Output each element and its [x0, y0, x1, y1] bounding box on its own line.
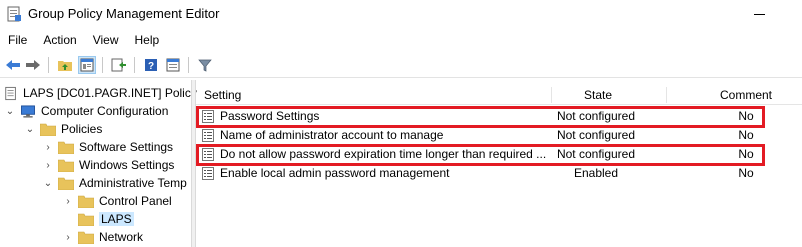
tree-item-administrative-templates[interactable]: ⌄ Administrative Temp [42, 174, 187, 192]
list-header: Setting State Comment [196, 85, 802, 105]
svg-text:?: ? [148, 61, 154, 72]
filter-icon[interactable] [196, 56, 214, 74]
setting-state: Not configured [556, 128, 636, 142]
forward-icon[interactable] [24, 56, 42, 74]
toolbar-separator [134, 57, 135, 73]
folder-icon [58, 159, 74, 172]
tree-label: Control Panel [99, 194, 172, 208]
settings-list: Setting State Comment Password Settings … [196, 80, 802, 247]
tree-item-control-panel[interactable]: › Control Panel [62, 192, 172, 210]
column-divider[interactable] [551, 87, 552, 103]
folder-icon [58, 177, 74, 190]
chevron-right-icon[interactable]: › [42, 141, 54, 153]
tree-label: Policies [61, 122, 103, 136]
folder-icon [78, 195, 94, 208]
gpo-editor-icon [7, 6, 21, 22]
folder-icon [58, 141, 74, 154]
folder-icon [78, 231, 94, 244]
tree-label: Software Settings [79, 140, 174, 154]
toolbar-separator [48, 57, 49, 73]
properties-icon[interactable] [164, 56, 182, 74]
column-header-setting[interactable]: Setting [204, 88, 241, 102]
menu-view[interactable]: View [93, 30, 119, 50]
navigation-tree: LAPS [DC01.PAGR.INET] Policy ⌄ Computer … [0, 80, 197, 247]
export-list-icon[interactable] [110, 56, 128, 74]
minimize-button[interactable] [752, 4, 776, 24]
tree-label: Windows Settings [79, 158, 175, 172]
table-row[interactable]: Enable local admin password management E… [196, 164, 802, 183]
setting-icon [202, 167, 214, 180]
chevron-right-icon[interactable]: › [62, 195, 74, 207]
help-icon[interactable]: ? [142, 56, 160, 74]
menu-bar: File Action View Help [0, 30, 167, 50]
tree-item-root[interactable]: LAPS [DC01.PAGR.INET] Policy [4, 84, 197, 102]
show-hide-tree-icon[interactable] [78, 56, 96, 74]
tree-item-policies[interactable]: ⌄ Policies [24, 120, 103, 138]
setting-name: Enable local admin password management [220, 166, 450, 180]
toolbar-separator [188, 57, 189, 73]
toolbar-separator [102, 57, 103, 73]
setting-name: Name of administrator account to manage [220, 128, 444, 142]
tree-item-software-settings[interactable]: › Software Settings [42, 138, 173, 156]
back-icon[interactable] [4, 56, 22, 74]
policy-document-icon [5, 86, 16, 100]
tree-item-windows-settings[interactable]: › Windows Settings [42, 156, 174, 174]
toolbar: ? [0, 52, 802, 78]
column-divider[interactable] [666, 87, 667, 103]
menu-help[interactable]: Help [135, 30, 160, 50]
chevron-down-icon[interactable]: ⌄ [24, 123, 36, 135]
setting-state: Enabled [573, 166, 619, 180]
chevron-down-icon[interactable]: ⌄ [42, 177, 54, 189]
setting-comment: No [738, 166, 754, 180]
tree-item-computer-configuration[interactable]: ⌄ Computer Configuration [4, 102, 169, 120]
table-row[interactable]: Name of administrator account to manage … [196, 126, 802, 145]
column-header-state[interactable]: State [584, 88, 612, 102]
computer-icon [21, 104, 35, 118]
highlight-box-password-settings [196, 106, 765, 128]
chevron-right-icon[interactable]: › [62, 231, 74, 243]
tree-label: Network [99, 230, 144, 244]
highlight-box-expiration-setting [196, 144, 765, 166]
tree-label: Administrative Temp [79, 176, 187, 190]
column-header-comment[interactable]: Comment [720, 88, 772, 102]
tree-label: LAPS [DC01.PAGR.INET] Policy [23, 86, 197, 100]
folder-icon [78, 213, 94, 226]
menu-action[interactable]: Action [43, 30, 76, 50]
menu-file[interactable]: File [8, 30, 27, 50]
tree-item-laps[interactable]: LAPS [78, 210, 134, 228]
tree-label: Computer Configuration [41, 104, 169, 118]
folder-icon [40, 123, 56, 136]
up-folder-icon[interactable] [56, 56, 74, 74]
setting-comment: No [738, 128, 754, 142]
setting-icon [202, 129, 214, 142]
tree-item-network[interactable]: › Network [62, 228, 143, 246]
title-bar: Group Policy Management Editor [0, 0, 802, 28]
chevron-down-icon[interactable]: ⌄ [4, 105, 16, 117]
tree-label-selected: LAPS [99, 212, 134, 226]
chevron-right-icon[interactable]: › [42, 159, 54, 171]
window-title: Group Policy Management Editor [28, 6, 220, 21]
